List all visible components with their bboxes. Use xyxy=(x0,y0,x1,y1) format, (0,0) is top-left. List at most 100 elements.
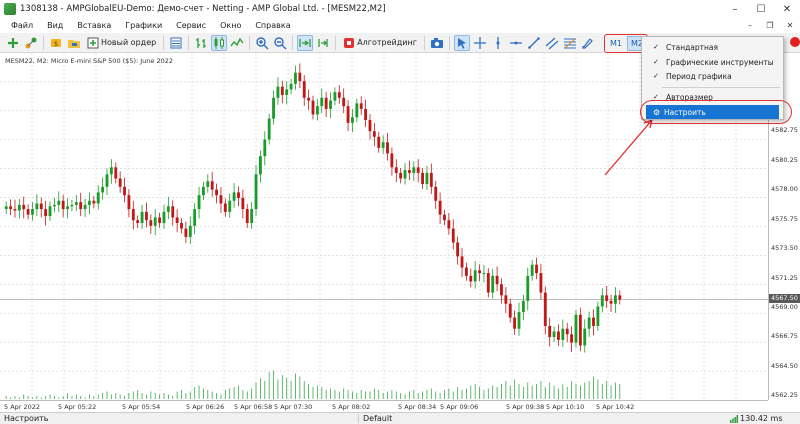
maximize-button[interactable]: ☐ xyxy=(748,0,774,18)
candle-body xyxy=(88,200,91,205)
candle-body xyxy=(31,209,34,215)
ctx-item-standard[interactable]: ✓ Стандартная xyxy=(642,40,785,54)
horizontal-line-icon[interactable] xyxy=(508,35,524,51)
candle-body xyxy=(526,275,530,301)
trend-line-icon[interactable] xyxy=(526,35,542,51)
candle-body xyxy=(250,209,254,223)
menu-view[interactable]: Вид xyxy=(40,21,70,30)
vertical-line-icon[interactable] xyxy=(490,35,506,51)
candle-body xyxy=(315,106,319,115)
candle-body xyxy=(412,167,416,173)
candle-body xyxy=(70,204,74,207)
candle-body xyxy=(158,217,162,223)
menu-window[interactable]: Окно xyxy=(213,21,248,30)
candle-body xyxy=(364,108,368,121)
candle-body xyxy=(162,211,166,223)
minimize-button[interactable]: – xyxy=(722,0,748,18)
candle-body xyxy=(596,306,600,326)
algo-trading-label: Алготрейдинг xyxy=(357,38,417,47)
add-symbol-icon[interactable] xyxy=(5,35,21,51)
folder-icon[interactable] xyxy=(66,35,82,51)
customize-highlight-oval xyxy=(640,100,792,124)
candle-body xyxy=(105,174,109,187)
algo-trading-button[interactable]: Алготрейдинг xyxy=(340,35,420,51)
candlestick-chart-icon[interactable] xyxy=(211,34,228,51)
candle-body xyxy=(508,303,512,318)
candle-body xyxy=(600,295,604,307)
candle-body xyxy=(145,211,148,221)
strategy-tester-icon[interactable] xyxy=(23,35,39,51)
candle-body xyxy=(451,228,455,243)
time-tick: 5 Apr 10:10 xyxy=(546,403,585,411)
toolbar-separator xyxy=(423,35,425,50)
crosshair-icon[interactable] xyxy=(472,35,488,51)
candle-body xyxy=(399,172,403,179)
candle-body xyxy=(456,242,460,257)
chart-minimize-button[interactable]: – xyxy=(740,18,760,33)
candle-body xyxy=(614,295,617,304)
close-button[interactable]: ✕ xyxy=(774,0,800,18)
window-title: 1308138 - AMPGlobalEU-Demo: Демо-счет - … xyxy=(20,4,386,14)
ctx-item-chart-period[interactable]: ✓ Период графика xyxy=(642,69,785,83)
new-order-button[interactable]: Новый ордер xyxy=(84,35,159,51)
candle-body xyxy=(210,181,214,190)
candle-body xyxy=(92,200,96,204)
cursor-icon[interactable] xyxy=(453,34,470,51)
candle-body xyxy=(136,220,140,223)
line-chart-icon[interactable] xyxy=(229,35,245,51)
bar-chart-icon[interactable] xyxy=(193,35,209,51)
menu-charts[interactable]: Графики xyxy=(118,21,169,30)
price-tick: 4562.25 xyxy=(771,391,798,399)
candle-body xyxy=(478,270,481,274)
candle-body xyxy=(565,328,569,335)
candle-body xyxy=(530,264,534,276)
candle-body xyxy=(464,267,468,276)
check-icon: ✓ xyxy=(653,72,659,80)
candle-body xyxy=(228,200,232,212)
candle-body xyxy=(561,328,565,340)
candle-body xyxy=(127,195,131,210)
zoom-out-icon[interactable] xyxy=(272,35,288,51)
toolbar-separator xyxy=(163,35,165,50)
ctx-item-drawing-tools[interactable]: ✓ Графические инструменты xyxy=(642,55,785,69)
fibonacci-icon[interactable] xyxy=(562,35,578,51)
menu-help[interactable]: Справка xyxy=(248,21,297,30)
equidistant-channel-icon[interactable] xyxy=(544,35,560,51)
candle-body xyxy=(416,167,420,173)
candle-body xyxy=(206,181,210,187)
menu-tools[interactable]: Сервис xyxy=(169,21,213,30)
time-scale[interactable]: 5 Apr 2022 5 Apr 05:22 5 Apr 05:54 5 Apr… xyxy=(0,400,768,412)
candle-body xyxy=(495,275,499,285)
ctx-item-label: Период графика xyxy=(666,71,732,81)
candle-body xyxy=(171,206,175,218)
current-price-label: 4567.50 xyxy=(769,294,800,303)
time-tick: 5 Apr 06:58 xyxy=(234,403,273,411)
candle-body xyxy=(4,206,8,210)
signal-bars-icon xyxy=(730,415,738,423)
candle-body xyxy=(35,203,39,210)
ctx-item-label: Графические инструменты xyxy=(666,57,774,67)
screenshot-icon[interactable] xyxy=(429,35,445,51)
depth-of-market-icon[interactable] xyxy=(168,35,184,51)
chart-shift-icon[interactable] xyxy=(315,35,331,51)
svg-text:$: $ xyxy=(54,40,58,48)
menu-insert[interactable]: Вставка xyxy=(70,21,118,30)
price-tick: 4580.25 xyxy=(771,156,798,164)
text-label-icon[interactable] xyxy=(580,35,596,51)
menu-separator xyxy=(662,87,780,88)
chart-restore-button[interactable]: ❐ xyxy=(760,18,780,33)
candle-body xyxy=(377,136,381,148)
autoscroll-icon[interactable] xyxy=(297,34,314,51)
candle-body xyxy=(109,167,113,175)
candle-body xyxy=(324,97,328,109)
candle-body xyxy=(539,273,543,293)
chart-close-button[interactable]: ✕ xyxy=(780,18,800,33)
price-tick: 4575.75 xyxy=(771,215,798,223)
candle-body xyxy=(351,117,354,123)
candle-body xyxy=(276,86,280,98)
candle-body xyxy=(13,209,17,211)
menu-file[interactable]: Файл xyxy=(4,21,40,30)
money-icon[interactable]: $ xyxy=(48,35,64,51)
timeframe-m1-button[interactable]: M1 xyxy=(606,36,626,51)
zoom-in-icon[interactable] xyxy=(254,35,270,51)
